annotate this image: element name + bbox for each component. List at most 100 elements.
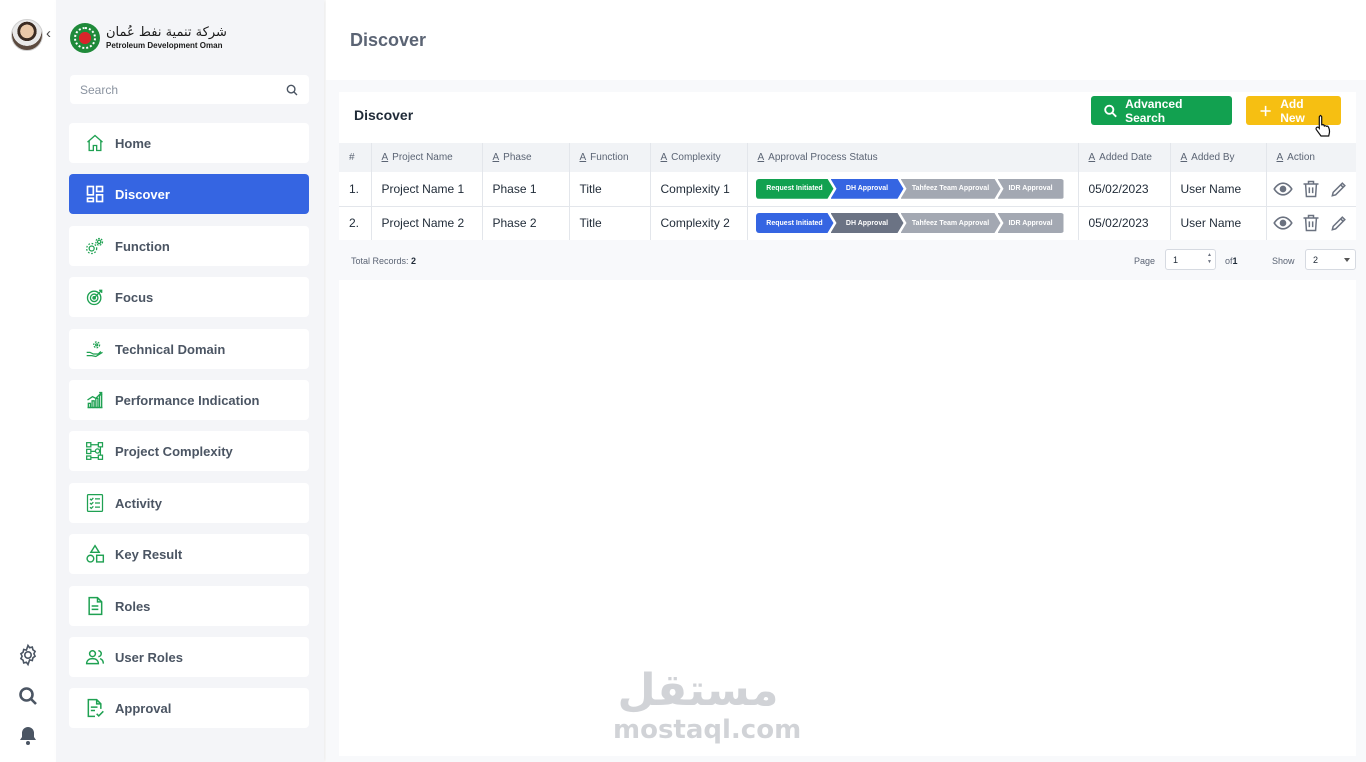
pdo-logo-icon [70, 23, 100, 53]
document-check-icon [85, 698, 105, 718]
sidebar-item-discover[interactable]: Discover [69, 174, 309, 214]
document-icon [85, 596, 105, 616]
column-header-action: A Action [1266, 143, 1356, 172]
table-row[interactable]: 1. Project Name 1 Phase 1 Title Complexi… [339, 172, 1356, 207]
sort-icon[interactable]: A [661, 152, 668, 163]
sidebar-item-roles[interactable]: Roles [69, 586, 309, 626]
sidebar-item-label: Performance Indication [115, 392, 260, 408]
search-icon[interactable] [16, 684, 40, 708]
sidebar-item-label: Focus [115, 289, 154, 305]
show-label: Show [1272, 256, 1295, 266]
edit-pencil-icon[interactable] [1329, 213, 1349, 233]
company-logo[interactable]: شركة تنمية نفط عُمان Petroleum Developme… [70, 22, 227, 54]
added-by-cell: User Name [1170, 206, 1267, 241]
action-cell [1266, 172, 1356, 207]
advanced-search-button[interactable]: Advanced Search [1091, 96, 1232, 125]
complexity-cell: Complexity 2 [650, 206, 748, 241]
delete-trash-icon[interactable] [1301, 179, 1321, 199]
sidebar-item-function[interactable]: Function [69, 226, 309, 266]
page-number-input[interactable]: 1 ▲ ▼ [1165, 249, 1216, 270]
logo-english-text: Petroleum Development Oman [106, 41, 223, 50]
growth-chart-icon [85, 390, 105, 410]
sidebar: شركة تنمية نفط عُمان Petroleum Developme… [56, 0, 324, 762]
sidebar-item-performance-indication[interactable]: Performance Indication [69, 380, 309, 420]
view-eye-icon[interactable] [1272, 213, 1293, 233]
sidebar-item-home[interactable]: Home [69, 123, 309, 163]
home-icon [85, 133, 105, 153]
sidebar-search-input[interactable] [80, 82, 285, 97]
sort-icon[interactable]: A [1089, 152, 1096, 163]
shapes-icon [85, 544, 105, 564]
sort-icon[interactable]: A [1181, 152, 1188, 163]
view-eye-icon[interactable] [1272, 179, 1293, 199]
search-icon[interactable] [285, 83, 299, 97]
watermark: مستقل mostaql.com [613, 667, 801, 746]
user-avatar[interactable] [11, 19, 43, 51]
column-header-project-name[interactable]: A Project Name [371, 143, 483, 172]
sort-icon[interactable]: A [580, 152, 587, 163]
column-header-phase[interactable]: A Phase [482, 143, 570, 172]
page-size-select[interactable]: 2 [1305, 249, 1356, 270]
sort-icon[interactable]: A [758, 152, 765, 163]
sidebar-item-technical-domain[interactable]: Technical Domain [69, 329, 309, 369]
added-date-cell: 05/02/2023 [1078, 172, 1171, 207]
total-records-value: 2 [411, 256, 417, 266]
function-cell: Title [569, 172, 651, 207]
sort-icon[interactable]: A [1277, 152, 1284, 163]
step-idr-approval: IDR Approval [997, 213, 1064, 233]
column-header-added-by[interactable]: A Added By [1170, 143, 1267, 172]
step-dh-approval: DH Approval [831, 179, 904, 199]
column-header-number: # [339, 143, 372, 172]
hand-gear-icon [85, 339, 105, 359]
page-title: Discover [350, 30, 427, 50]
sidebar-item-approval[interactable]: Approval [69, 688, 309, 728]
step-request-initiated: Request Initiated [756, 179, 834, 199]
sidebar-item-activity[interactable]: Activity [69, 483, 309, 523]
sidebar-item-focus[interactable]: Focus [69, 277, 309, 317]
notification-bell-icon[interactable] [16, 724, 40, 748]
main-content: Discover Discover Advanced Search Add Ne… [326, 0, 1366, 762]
phase-cell: Phase 1 [482, 172, 570, 207]
sidebar-item-label: Home [115, 135, 152, 151]
column-header-label: Phase [503, 152, 532, 163]
advanced-search-label: Advanced Search [1125, 96, 1183, 125]
step-dh-approval: DH Approval [831, 213, 904, 233]
sidebar-item-key-result[interactable]: Key Result [69, 534, 309, 574]
discover-card: Discover Advanced Search Add New # A Proj… [339, 92, 1356, 756]
settings-gear-icon[interactable] [16, 643, 40, 667]
logo-arabic-text: شركة تنمية نفط عُمان [106, 25, 227, 40]
page-header: Discover [326, 0, 1366, 80]
page-of-label: of [1225, 256, 1233, 266]
gears-icon [85, 236, 105, 256]
delete-trash-icon[interactable] [1301, 213, 1321, 233]
page-size-value: 2 [1313, 254, 1319, 265]
column-header-added-date[interactable]: A Added Date [1078, 143, 1171, 172]
column-header-complexity[interactable]: A Complexity [650, 143, 748, 172]
page-count: of1 [1225, 256, 1238, 266]
step-request-initiated: Request Initiated [756, 213, 834, 233]
step-tahfeez-team-approval: Tahfeez Team Approval [901, 179, 1001, 199]
table-row[interactable]: 2. Project Name 2 Phase 2 Title Complexi… [339, 206, 1356, 241]
column-header-label: Complexity [671, 152, 721, 163]
column-header-label: Action [1287, 152, 1315, 163]
sidebar-item-user-roles[interactable]: User Roles [69, 637, 309, 677]
network-icon [85, 441, 105, 461]
project-name-cell: Project Name 1 [371, 172, 483, 207]
column-header-approval-status[interactable]: A Approval Process Status [747, 143, 1079, 172]
sidebar-item-label: User Roles [115, 649, 183, 665]
step-tahfeez-team-approval: Tahfeez Team Approval [901, 213, 1001, 233]
sidebar-item-label: Activity [115, 495, 162, 511]
sidebar-item-project-complexity[interactable]: Project Complexity [69, 431, 309, 471]
sort-icon[interactable]: A [493, 152, 500, 163]
added-date-cell: 05/02/2023 [1078, 206, 1171, 241]
step-idr-approval: IDR Approval [997, 178, 1064, 199]
hand-cursor-icon [1315, 114, 1331, 137]
page-number-value: 1 [1173, 254, 1179, 265]
target-icon [85, 287, 105, 307]
edit-pencil-icon[interactable] [1329, 179, 1349, 199]
grid-icon [85, 184, 105, 204]
page-stepper-icon[interactable]: ▲ ▼ [1207, 252, 1212, 266]
column-header-function[interactable]: A Function [569, 143, 651, 172]
search-icon [1104, 104, 1117, 117]
sort-icon[interactable]: A [382, 152, 389, 163]
